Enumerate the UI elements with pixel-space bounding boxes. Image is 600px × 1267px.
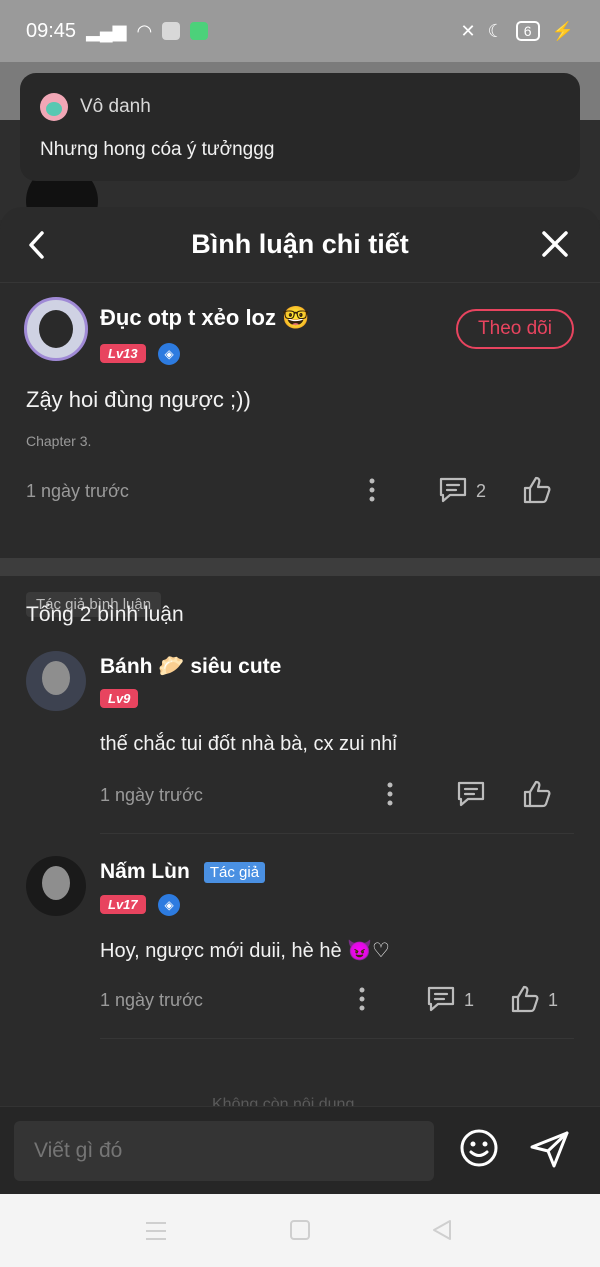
reply-time: 1 ngày trước (100, 785, 203, 805)
reply-author-row: Nấm Lùn Tác giả (100, 860, 266, 884)
comment-author[interactable]: Đục otp t xẻo loz 🤓 (100, 305, 310, 331)
like-button[interactable] (522, 475, 552, 510)
reply-button[interactable] (426, 984, 456, 1019)
comment-time: 1 ngày trước (26, 481, 129, 501)
send-icon (530, 1131, 569, 1168)
battery-indicator: 6 (515, 21, 540, 41)
user-badges: Lv13 ◈ (100, 343, 181, 365)
reply-author[interactable]: Bánh 🥟 siêu cute (100, 655, 281, 679)
reply-text: Hoy, ngược mới duii, hè hè 😈♡ (100, 940, 390, 962)
level-badge: Lv13 (100, 344, 146, 364)
chevron-left-icon (29, 231, 44, 259)
sheet-header: Bình luận chi tiết (0, 207, 600, 283)
more-options-button[interactable] (366, 475, 378, 510)
verified-badge-icon: ◈ (158, 894, 181, 916)
author-badge: Tác giả (203, 861, 266, 883)
wifi-icon: ◠ (136, 20, 153, 41)
user-badges: Lv9 (100, 689, 139, 708)
home-button[interactable] (288, 1218, 312, 1247)
emoji-icon (460, 1129, 498, 1167)
more-vertical-icon (387, 782, 393, 806)
notification-banner[interactable]: Vô danh Nhưng hong cóa ý tưởnggg (20, 73, 580, 181)
avatar[interactable] (24, 297, 88, 361)
status-bar: 09:45 ▂▄▆ ◠ ✕ ☾ 6 ⚡ (0, 0, 600, 62)
user-badges: Lv17 ◈ (100, 894, 181, 916)
notification-sender: Vô danh (80, 96, 151, 117)
avatar[interactable] (26, 651, 86, 711)
comment-icon (457, 781, 485, 807)
section-divider (0, 558, 600, 576)
reply-text: thế chắc tui đốt nhà bà, cx zui nhỉ (100, 733, 397, 755)
charging-icon: ⚡ (551, 20, 574, 41)
chapter-label[interactable]: Chapter 3. (26, 433, 91, 449)
notification-header: Vô danh (40, 93, 560, 121)
more-options-button[interactable] (356, 984, 368, 1019)
comment-text: Zậy hoi đùng ngược ;)) (26, 387, 251, 412)
close-button[interactable] (540, 227, 570, 263)
reply-time: 1 ngày trước (100, 990, 203, 1010)
app-notification-icon-2 (190, 22, 209, 40)
signal-icon: ▂▄▆ (86, 20, 127, 41)
back-button[interactable] (24, 227, 54, 263)
comment-input[interactable] (14, 1121, 434, 1181)
level-badge: Lv9 (100, 689, 139, 708)
reply-button[interactable] (456, 779, 486, 814)
replies-header: Tổng 2 bình luận (26, 603, 184, 626)
thumbs-up-icon (523, 780, 551, 808)
row-divider (100, 833, 574, 834)
list-item: Nấm Lùn Tác giả Lv17 ◈ Hoy, ngược mới dui… (0, 854, 600, 1044)
reply-count: 1 (464, 990, 475, 1010)
emoji-button[interactable] (458, 1127, 500, 1174)
close-icon (542, 231, 568, 257)
avatar[interactable] (26, 856, 86, 916)
send-button[interactable] (528, 1129, 572, 1174)
sheet-title: Bình luận chi tiết (191, 229, 409, 259)
row-divider (100, 1038, 574, 1039)
status-time: 09:45 (26, 19, 77, 42)
status-right: ✕ ☾ 6 ⚡ (461, 21, 574, 42)
reply-author[interactable]: Nấm Lùn (100, 860, 190, 883)
more-options-button[interactable] (384, 779, 396, 814)
notification-avatar (40, 93, 68, 121)
thumbs-up-icon (523, 476, 551, 504)
like-button[interactable] (510, 984, 540, 1019)
nav-back-button[interactable] (430, 1218, 454, 1247)
like-count: 1 (548, 990, 559, 1010)
list-item: Bánh 🥟 siêu cute Lv9 thế chắc tui đốt nh… (0, 649, 600, 834)
thumbs-up-icon (511, 985, 539, 1013)
comment-icon (439, 477, 467, 503)
main-comment: Đục otp t xẻo loz 🤓 Lv13 ◈ Theo dõi Zậy … (0, 283, 600, 617)
status-left: 09:45 ▂▄▆ ◠ (26, 19, 209, 43)
comment-input-bar (0, 1106, 600, 1194)
comment-icon (427, 986, 455, 1012)
vibrate-off-icon: ✕ (460, 20, 476, 41)
menu-icon (146, 1222, 166, 1240)
reply-count: 2 (476, 481, 487, 501)
home-icon (290, 1220, 310, 1240)
recents-button[interactable] (144, 1220, 168, 1247)
like-button[interactable] (522, 779, 552, 814)
verified-badge-icon: ◈ (158, 343, 181, 365)
back-triangle-icon (433, 1220, 451, 1240)
system-nav-bar (0, 1194, 600, 1267)
moon-icon: ☾ (487, 20, 504, 41)
notification-message: Nhưng hong cóa ý tưởnggg (40, 139, 275, 160)
more-vertical-icon (359, 987, 365, 1011)
more-vertical-icon (369, 478, 375, 502)
reply-button[interactable] (438, 475, 468, 510)
app-notification-icon (162, 22, 181, 40)
level-badge: Lv17 (100, 895, 146, 915)
follow-button[interactable]: Theo dõi (456, 309, 574, 349)
